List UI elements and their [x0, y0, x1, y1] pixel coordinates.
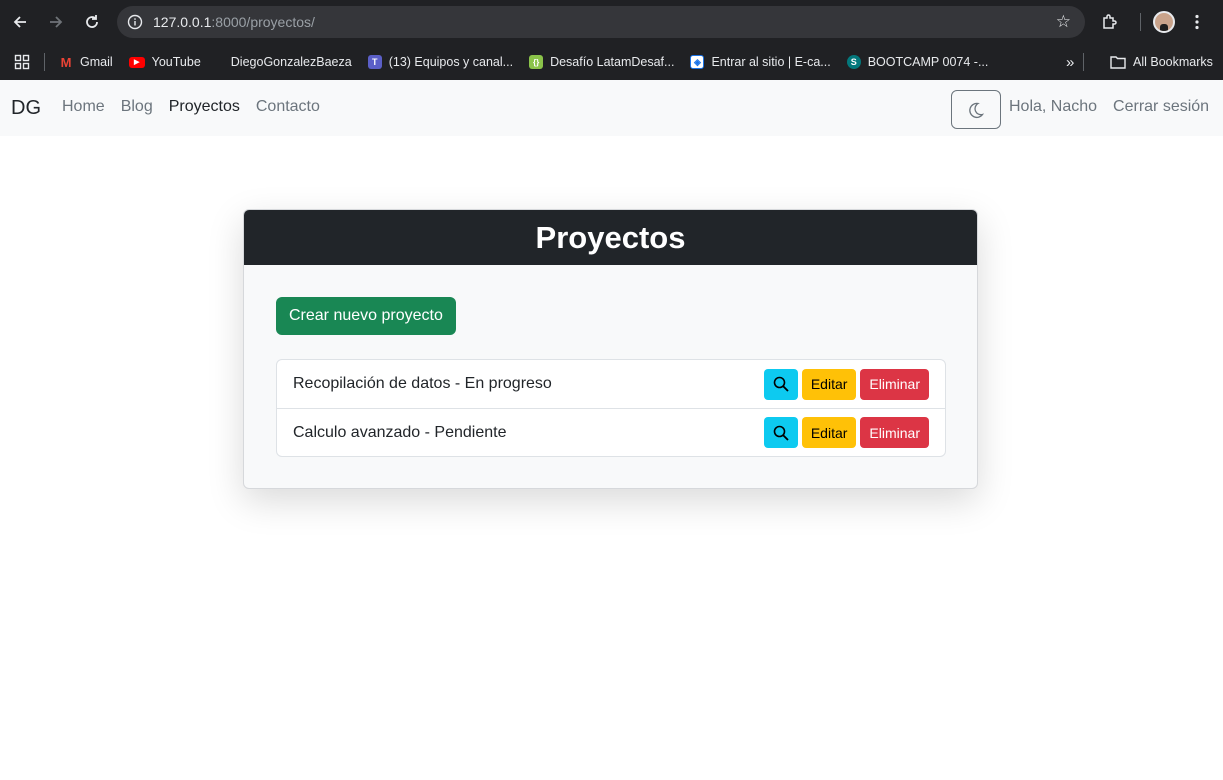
page-content: DG Home Blog Proyectos Contacto Hola, Na…: [0, 80, 1223, 780]
all-bookmarks-label: All Bookmarks: [1133, 55, 1213, 69]
all-bookmarks[interactable]: All Bookmarks: [1102, 48, 1221, 76]
item-actions: Editar Eliminar: [763, 417, 929, 448]
bookmark-label: (13) Equipos y canal...: [388, 55, 514, 69]
apps-grid-icon[interactable]: [0, 48, 38, 76]
nav-link-contacto[interactable]: Contacto: [248, 98, 328, 116]
extensions-icon[interactable]: [1092, 4, 1128, 40]
search-icon: [773, 376, 789, 392]
nav-link-home[interactable]: Home: [54, 98, 113, 116]
cube-icon: ◈: [690, 55, 705, 69]
site-brand[interactable]: DG: [11, 97, 41, 120]
bookmarks-bar: M Gmail ▶ YouTube DiegoGonzalezBaeza T (…: [0, 44, 1223, 80]
site-navbar: DG Home Blog Proyectos Contacto Hola, Na…: [0, 80, 1223, 136]
folder-icon: [1110, 56, 1126, 69]
kebab-menu-icon[interactable]: [1179, 4, 1215, 40]
bookmark-star-icon[interactable]: ☆: [1056, 12, 1071, 32]
url-text: 127.0.0.1:8000/proyectos/: [153, 14, 315, 30]
forward-arrow-icon[interactable]: [38, 4, 74, 40]
browser-toolbar: 127.0.0.1:8000/proyectos/ ☆: [0, 0, 1223, 44]
teams-icon: T: [367, 55, 382, 69]
theme-toggle-button[interactable]: [951, 90, 1001, 129]
bookmark-label: DiegoGonzalezBaeza: [230, 55, 352, 69]
address-bar[interactable]: 127.0.0.1:8000/proyectos/ ☆: [117, 6, 1085, 38]
nav-link-proyectos[interactable]: Proyectos: [161, 98, 248, 116]
more-bookmarks-icon[interactable]: »: [1058, 48, 1082, 76]
bookmark-label: Gmail: [80, 55, 113, 69]
bookmark-label: Entrar al sitio | E-ca...: [711, 55, 831, 69]
view-button[interactable]: [763, 368, 798, 400]
projects-card: Proyectos Crear nuevo proyecto Recopilac…: [243, 209, 978, 489]
site-info-icon[interactable]: [117, 14, 153, 30]
delete-button[interactable]: Eliminar: [860, 368, 929, 400]
bookmark-diego[interactable]: DiegoGonzalezBaeza: [209, 48, 360, 76]
bookmarks-separator-right: [1083, 53, 1084, 71]
user-nav: Hola, Nacho Cerrar sesión: [1001, 98, 1217, 116]
item-actions: Editar Eliminar: [763, 368, 929, 400]
user-greeting[interactable]: Hola, Nacho: [1001, 98, 1105, 116]
bookmark-label: YouTube: [151, 55, 201, 69]
url-host: 127.0.0.1: [153, 14, 212, 30]
bookmark-ecampus[interactable]: ◈ Entrar al sitio | E-ca...: [682, 48, 838, 76]
reload-icon[interactable]: [74, 4, 110, 40]
bookmark-label: BOOTCAMP 0074 -...: [867, 55, 989, 69]
delete-button[interactable]: Eliminar: [860, 417, 929, 448]
bookmarks-separator: [44, 53, 45, 71]
edit-button[interactable]: Editar: [801, 417, 857, 448]
youtube-icon: ▶: [128, 56, 145, 68]
toolbar-separator: [1140, 13, 1141, 31]
project-name: Recopilación de datos - En progreso: [293, 375, 552, 392]
search-icon: [773, 425, 789, 441]
bookmark-desafio[interactable]: {} Desafío LatamDesaf...: [521, 48, 682, 76]
edit-button[interactable]: Editar: [801, 368, 857, 400]
list-item: Calculo avanzado - Pendiente Editar Elim…: [277, 408, 945, 456]
logout-link[interactable]: Cerrar sesión: [1105, 98, 1217, 116]
project-name: Calculo avanzado - Pendiente: [293, 423, 507, 441]
back-arrow-icon[interactable]: [2, 4, 38, 40]
card-header: Proyectos: [244, 210, 977, 265]
create-project-button[interactable]: Crear nuevo proyecto: [276, 297, 456, 335]
projects-list: Recopilación de datos - En progreso Edit…: [276, 359, 946, 457]
nav-link-blog[interactable]: Blog: [113, 98, 161, 116]
bookmark-gmail[interactable]: M Gmail: [51, 48, 121, 76]
page-title: Proyectos: [535, 219, 686, 255]
desafio-icon: {}: [529, 55, 544, 69]
bookmark-youtube[interactable]: ▶ YouTube: [121, 48, 209, 76]
sharepoint-icon: S: [846, 55, 861, 69]
gmail-icon: M: [60, 54, 72, 70]
profile-avatar[interactable]: [1153, 11, 1175, 33]
bookmark-label: Desafío LatamDesaf...: [550, 55, 675, 69]
view-button[interactable]: [763, 417, 798, 448]
list-item: Recopilación de datos - En progreso Edit…: [277, 360, 945, 408]
bookmark-teams[interactable]: T (13) Equipos y canal...: [360, 48, 521, 76]
url-path: :8000/proyectos/: [211, 14, 315, 30]
bookmark-bootcamp[interactable]: S BOOTCAMP 0074 -...: [839, 48, 997, 76]
moon-icon: [969, 102, 985, 118]
nav-links: Home Blog Proyectos Contacto: [54, 98, 328, 116]
